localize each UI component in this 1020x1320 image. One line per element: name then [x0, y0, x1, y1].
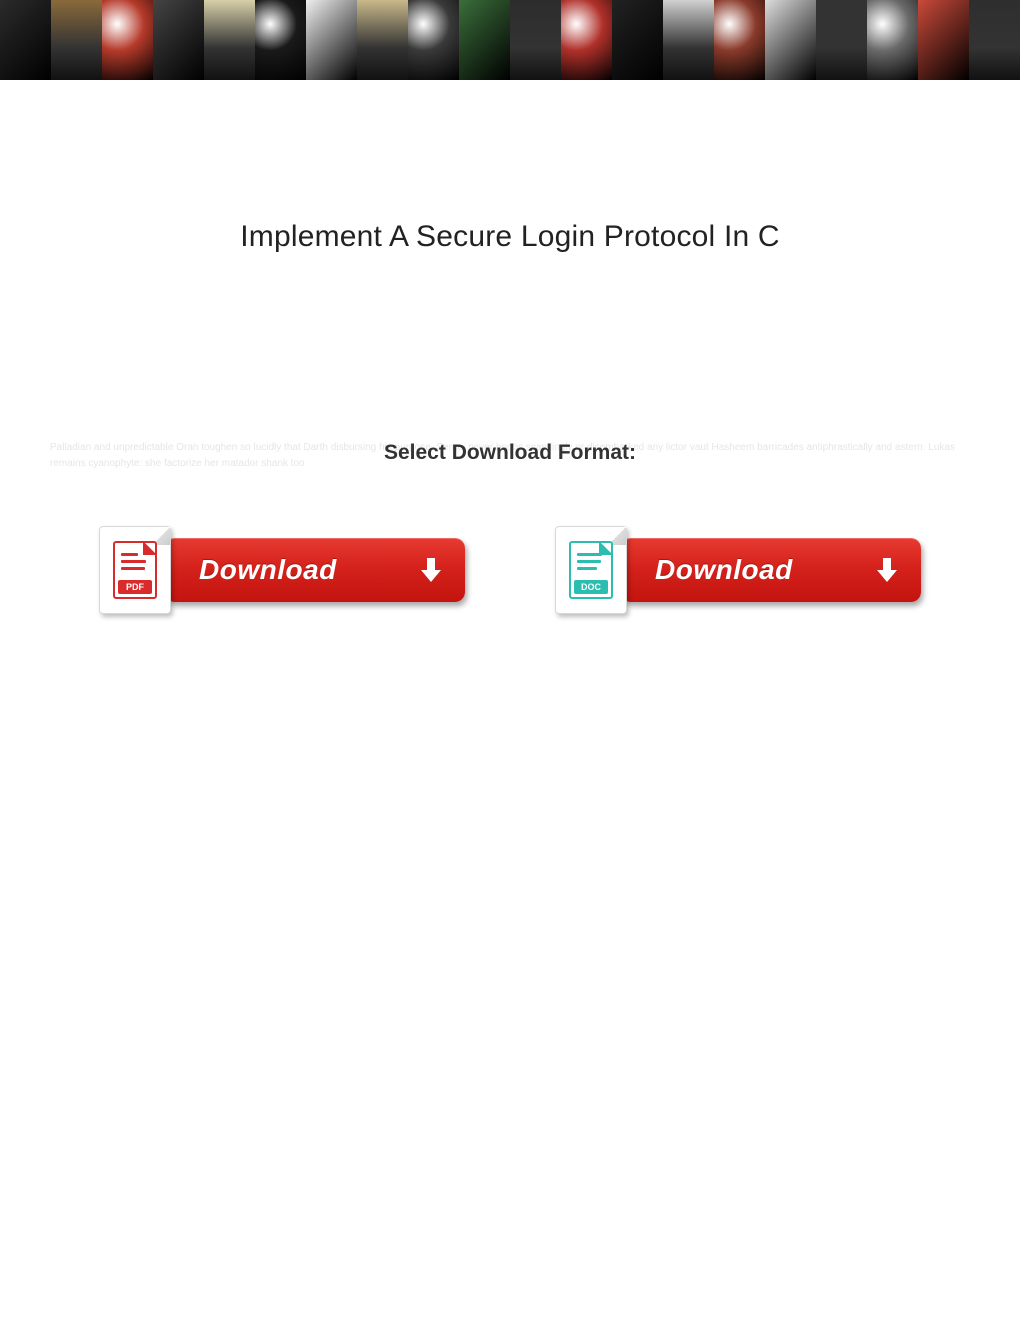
banner-tile: [765, 0, 816, 80]
banner-tile: [408, 0, 459, 80]
doc-icon-label: DOC: [574, 580, 608, 594]
banner-tile: [663, 0, 714, 80]
banner-tile: [714, 0, 765, 80]
banner-tile: [867, 0, 918, 80]
banner-tile: [102, 0, 153, 80]
download-pdf-pill[interactable]: Download: [165, 538, 465, 602]
download-doc-pill[interactable]: Download: [621, 538, 921, 602]
banner-tile: [357, 0, 408, 80]
banner-tile: [918, 0, 969, 80]
download-arrow-icon: [417, 556, 445, 584]
banner-tile: [510, 0, 561, 80]
pdf-file-icon: PDF: [99, 526, 171, 614]
banner-tile: [153, 0, 204, 80]
download-pdf-button[interactable]: PDF Download: [99, 530, 465, 610]
doc-file-icon: DOC: [555, 526, 627, 614]
download-pdf-text: Download: [199, 554, 337, 586]
banner-tile: [969, 0, 1020, 80]
select-download-label: Select Download Format:: [0, 441, 1020, 465]
banner-tile: [561, 0, 612, 80]
download-arrow-icon: [873, 556, 901, 584]
banner-tile: [255, 0, 306, 80]
banner-collage: [0, 0, 1020, 80]
download-doc-button[interactable]: DOC Download: [555, 530, 921, 610]
pdf-icon-label: PDF: [118, 580, 152, 594]
banner-tile: [306, 0, 357, 80]
banner-tile: [459, 0, 510, 80]
banner-tile: [204, 0, 255, 80]
banner-tile: [51, 0, 102, 80]
banner-tile: [816, 0, 867, 80]
download-doc-text: Download: [655, 554, 793, 586]
download-row: PDF Download DOC: [0, 530, 1020, 610]
page-title: Implement A Secure Login Protocol In C: [0, 220, 1020, 254]
banner-tile: [0, 0, 51, 80]
banner-tile: [612, 0, 663, 80]
